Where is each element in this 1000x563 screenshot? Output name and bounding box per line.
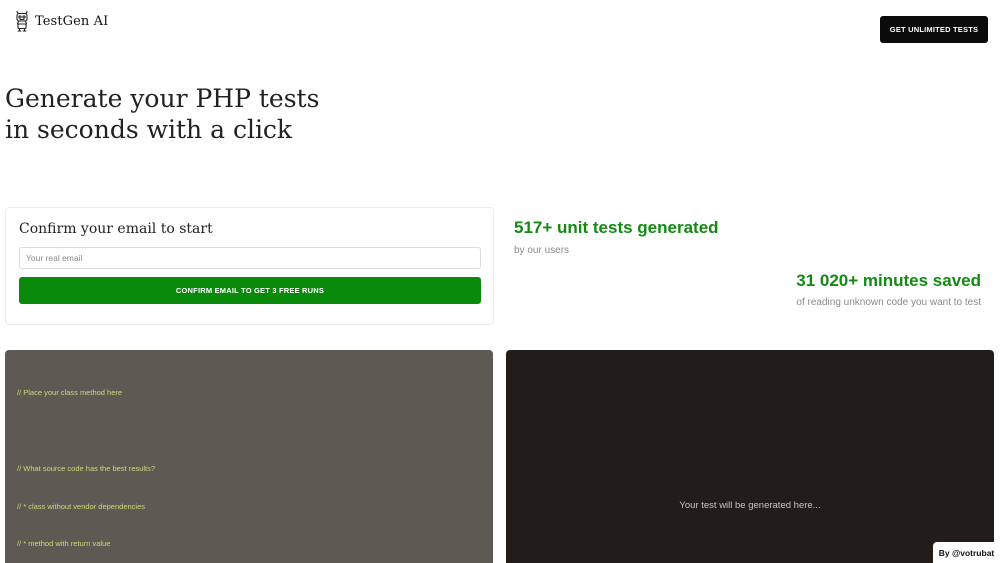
confirm-email-card: Confirm your email to start CONFIRM EMAI… [5, 207, 494, 325]
code-line: // * class without vendor dependencies [17, 501, 145, 511]
robot-icon [16, 10, 28, 32]
code-line: // What source code has the best results… [17, 463, 155, 473]
hero-heading: Generate your PHP tests in seconds with … [5, 83, 425, 145]
get-unlimited-tests-button[interactable]: GET UNLIMITED TESTS [880, 16, 988, 43]
email-input[interactable] [19, 247, 481, 269]
author-byline-link[interactable]: By @votrubat [933, 542, 1000, 563]
hero-line-1: Generate your PHP tests [5, 84, 320, 113]
brand-name: TestGen AI [35, 13, 109, 29]
tests-generated-stat: 517+ unit tests generated [514, 218, 719, 237]
confirm-email-title: Confirm your email to start [19, 221, 213, 237]
code-input-editor[interactable]: // Place your class method here // What … [5, 350, 493, 563]
minutes-saved-label: of reading unknown code you want to test [796, 297, 981, 308]
confirm-email-button[interactable]: CONFIRM EMAIL TO GET 3 FREE RUNS [19, 277, 481, 304]
test-output-panel: Your test will be generated here... [506, 350, 994, 563]
output-placeholder: Your test will be generated here... [679, 500, 821, 511]
hero-line-2: in seconds with a click [5, 115, 293, 144]
minutes-saved-stat: 31 020+ minutes saved [796, 271, 981, 290]
code-line: // Place your class method here [17, 388, 123, 398]
tests-generated-label: by our users [514, 245, 570, 256]
code-line: // * method with return value [17, 539, 111, 549]
brand[interactable]: TestGen AI [14, 10, 108, 32]
